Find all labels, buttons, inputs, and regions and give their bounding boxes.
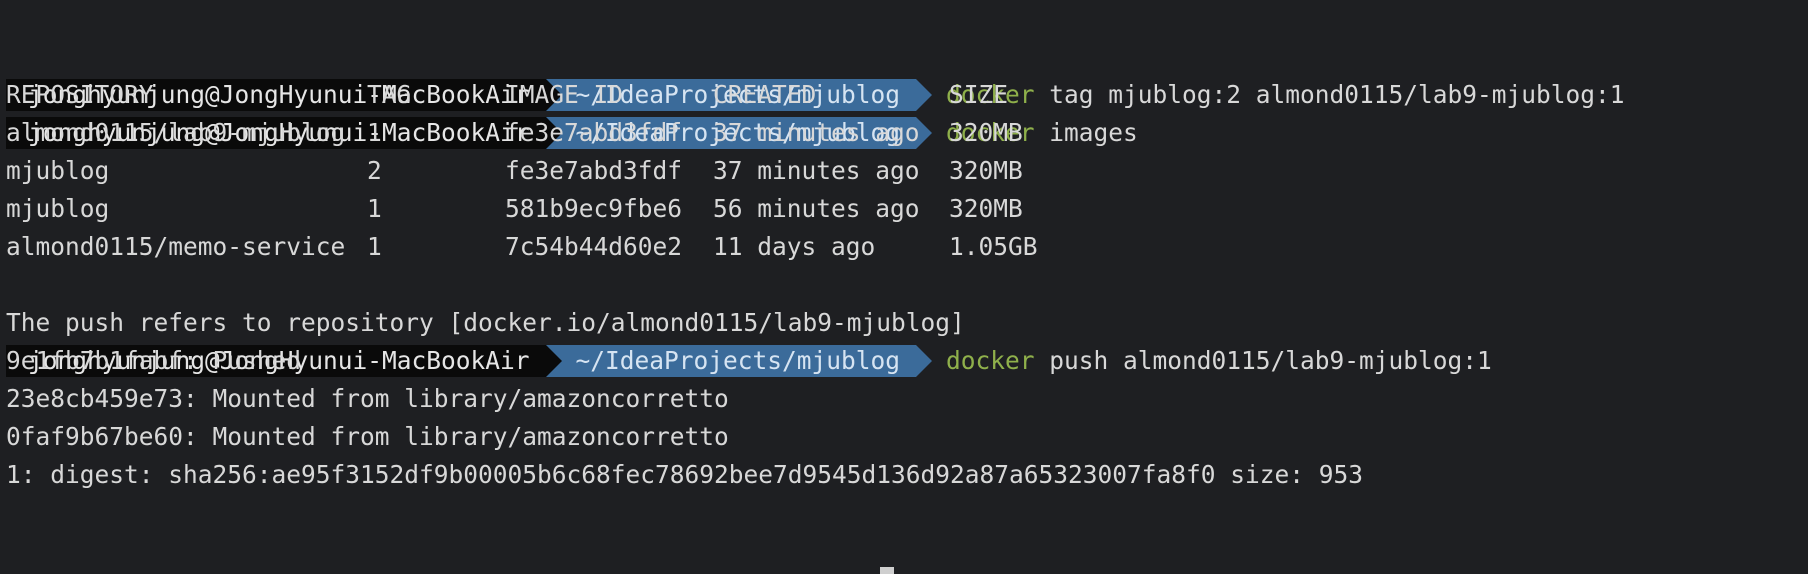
command-args: push almond0115/lab9-mjublog:1 <box>1034 346 1492 375</box>
cell-size: 1.05GB <box>949 232 1038 261</box>
cell-created: 11 days ago <box>713 232 876 261</box>
prompt-line-1: jonghyunjung@JongHyunui-MacBookAir ~/Idea… <box>0 0 1625 111</box>
output-line: The push refers to repository [docker.io… <box>6 308 965 337</box>
command-args: images <box>1034 118 1138 147</box>
cell-image-id: 581b9ec9fbe6 <box>505 194 683 223</box>
cell-repository: mjublog <box>6 156 110 185</box>
cell-tag: 2 <box>367 156 382 185</box>
text-cursor <box>880 567 894 574</box>
terminal-window[interactable]: jonghyunjung@JongHyunui-MacBookAir ~/Idea… <box>0 0 1808 574</box>
output-line: 0faf9b67be60: Mounted from library/amazo… <box>6 422 729 451</box>
table-row: almond0115/memo-service 1 7c54b44d60e2 1… <box>6 228 1038 266</box>
cell-image-id: fe3e7abd3fdf <box>505 156 683 185</box>
table-row: mjublog 1 581b9ec9fbe6 56 minutes ago 32… <box>6 190 1023 228</box>
command-name: docker <box>946 346 1035 375</box>
cell-tag: 1 <box>367 118 382 147</box>
cell-repository: mjublog <box>6 194 110 223</box>
cell-tag: 1 <box>367 232 382 261</box>
command-text: docker push almond0115/lab9-mjublog:1 <box>946 342 1492 380</box>
cell-image-id: 7c54b44d60e2 <box>505 232 683 261</box>
header-created: CREATED <box>713 80 817 109</box>
cell-created: 37 minutes ago <box>713 118 920 147</box>
header-repository: REPOSITORY <box>6 80 154 109</box>
cell-size: 320MB <box>949 156 1023 185</box>
output-line: 9e1fb7b1fabf: Pushed <box>6 346 302 375</box>
cell-tag: 1 <box>367 194 382 223</box>
header-image-id: IMAGE ID <box>505 80 624 109</box>
header-tag: TAG <box>367 80 412 109</box>
cell-repository: almond0115/memo-service <box>6 232 346 261</box>
prompt-line-2: jonghyunjung@JongHyunui-MacBookAir ~/Idea… <box>0 38 1138 149</box>
prompt-end-arrow <box>916 345 933 377</box>
prompt-line-3: jonghyunjung@JongHyunui-MacBookAir ~/Idea… <box>0 266 1492 377</box>
table-row: almond0115/lab9-mjublog 1 fe3e7abd3fdf 3… <box>6 114 1023 152</box>
cell-size: 320MB <box>949 194 1023 223</box>
table-row: mjublog 2 fe3e7abd3fdf 37 minutes ago 32… <box>6 152 1023 190</box>
prompt-separator-arrow <box>545 345 562 377</box>
cell-image-id: fe3e7abd3fdf <box>505 118 683 147</box>
cell-created: 37 minutes ago <box>713 156 920 185</box>
prompt-path: ~/IdeaProjects/mjublog <box>561 345 917 377</box>
cell-size: 320MB <box>949 118 1023 147</box>
output-line: 1: digest: sha256:ae95f3152df9b00005b6c6… <box>6 460 1364 489</box>
cell-created: 56 minutes ago <box>713 194 920 223</box>
output-line: 23e8cb459e73: Mounted from library/amazo… <box>6 384 729 413</box>
cell-repository: almond0115/lab9-mjublog <box>6 118 346 147</box>
header-size: SIZE <box>949 80 1009 109</box>
images-table-header: REPOSITORY TAG IMAGE ID CREATED SIZE <box>6 76 1008 114</box>
